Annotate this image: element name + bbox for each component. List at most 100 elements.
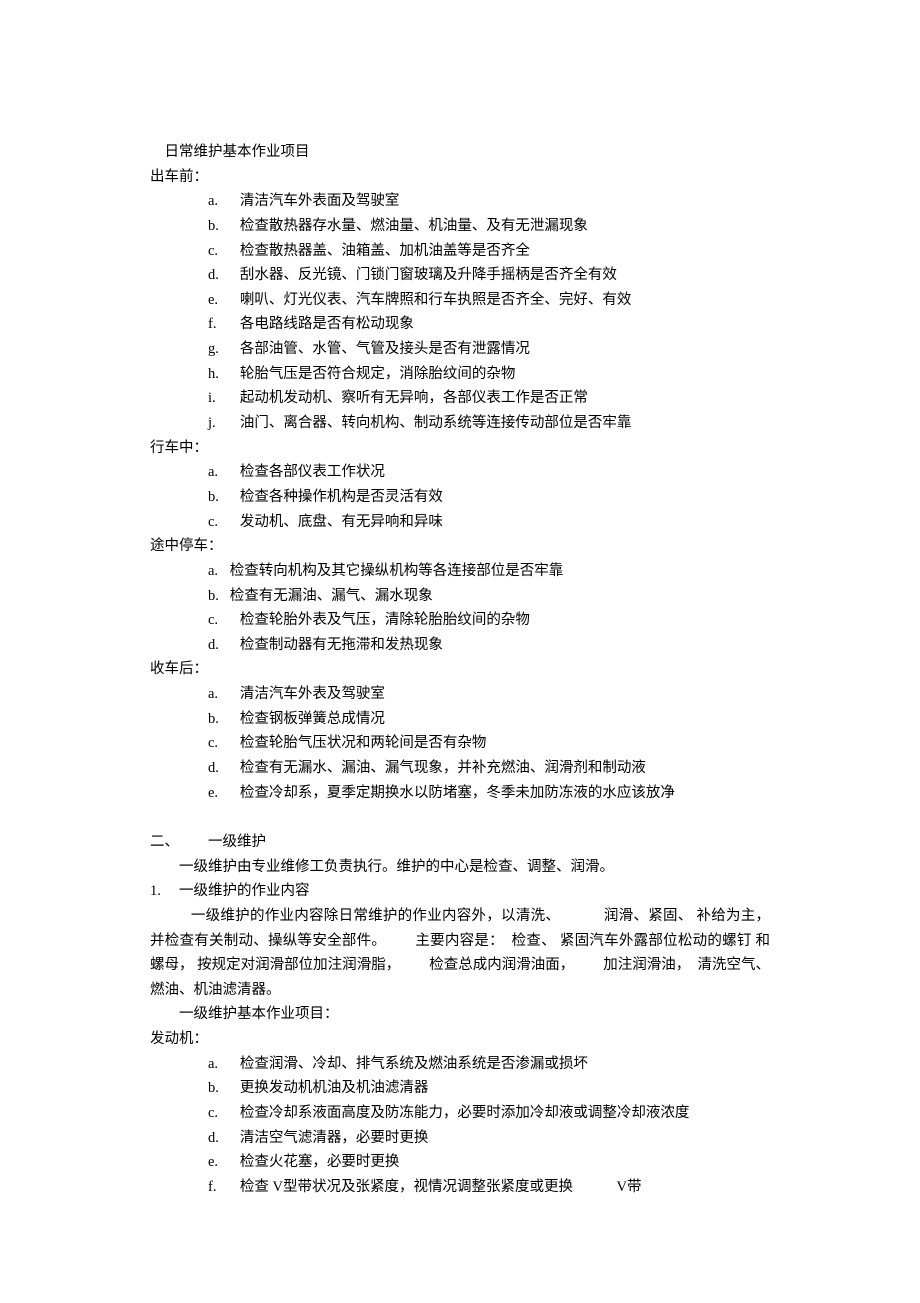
item-text: 喇叭、灯光仪表、汽车牌照和行车执照是否齐全、完好、有效 (240, 288, 632, 313)
list-item: d.检查有无漏水、漏油、漏气现象，并补充燃油、润滑剂和制动液 (208, 756, 770, 781)
section-level1-heading: 二、 一级维护 (150, 830, 770, 855)
text: 检查 (240, 1179, 273, 1195)
marker: f. (208, 1175, 240, 1200)
list-item: b.检查各种操作机构是否灵活有效 (208, 485, 770, 510)
item-text: 起动机发动机、察听有无异响，各部仪表工作是否正常 (240, 386, 588, 411)
list-item: a.检查各部仪表工作状况 (208, 460, 770, 485)
list-item: d.刮水器、反光镜、门锁门窗玻璃及升降手摇柄是否齐全有效 (208, 263, 770, 288)
marker: d. (208, 756, 240, 781)
list-item: d.检查制动器有无拖滞和发热现象 (208, 633, 770, 658)
item-text: 检查轮胎外表及气压，清除轮胎胎纹间的杂物 (240, 608, 530, 633)
sub-title: 一级维护的作业内容 (179, 883, 310, 899)
item-text: 刮水器、反光镜、门锁门窗玻璃及升降手摇柄是否齐全有效 (240, 263, 617, 288)
section-heading-stop: 途中停车： (150, 534, 770, 559)
marker: c. (208, 1101, 240, 1126)
item-text: 清洁汽车外表面及驾驶室 (240, 189, 400, 214)
item-text: 检查润滑、冷却、排气系统及燃油系统是否渗漏或损坏 (240, 1052, 588, 1077)
marker: e. (208, 1150, 240, 1175)
item-text: 清洁汽车外表及驾驶室 (240, 682, 385, 707)
body-text: 加注润滑油， (603, 957, 690, 973)
text: 带 (627, 1179, 642, 1195)
list-item: e.检查火花塞，必要时更换 (208, 1150, 770, 1175)
item-text: 检查有无漏水、漏油、漏气现象，并补充燃油、润滑剂和制动液 (240, 756, 646, 781)
list-item: e.检查冷却系，夏季定期换水以防堵塞，冬季未加防冻液的水应该放净 (208, 781, 770, 806)
body-text: 检查总成内润滑油面， (429, 957, 574, 973)
sub-number: 1. (150, 879, 179, 904)
body-text: 补给为主， (696, 908, 770, 924)
body-text: 并检查有关制动、操纵等安全部件。 (150, 933, 386, 949)
item-text: 清洁空气滤清器，必要时更换 (240, 1126, 429, 1151)
item-text: 检查火花塞，必要时更换 (240, 1150, 400, 1175)
item-text: 检查散热器盖、油箱盖、加机油盖等是否齐全 (240, 239, 530, 264)
list-item: e.喇叭、灯光仪表、汽车牌照和行车执照是否齐全、完好、有效 (208, 288, 770, 313)
section-number: 二、 (150, 830, 208, 855)
marker: j. (208, 411, 240, 436)
list-item: h.轮胎气压是否符合规定，消除胎纹间的杂物 (208, 362, 770, 387)
marker: e. (208, 781, 240, 806)
section-title: 一级维护 (208, 830, 266, 855)
marker: d. (208, 1126, 240, 1151)
marker: c. (208, 731, 240, 756)
level1-list-heading: 一级维护基本作业项目： (150, 1002, 770, 1027)
item-text: 轮胎气压是否符合规定，消除胎纹间的杂物 (240, 362, 516, 387)
spacer (150, 805, 770, 830)
list-item: f.各电路线路是否有松动现象 (208, 312, 770, 337)
item-text: 各电路线路是否有松动现象 (240, 312, 414, 337)
item-text: 检查有无漏油、漏气、漏水现象 (230, 584, 433, 609)
list-item: a.清洁汽车外表及驾驶室 (208, 682, 770, 707)
marker: a. (208, 1052, 240, 1077)
list-item: c.检查冷却系液面高度及防冻能力，必要时添加冷却液或调整冷却液浓度 (208, 1101, 770, 1126)
item-text: 检查各部仪表工作状况 (240, 460, 385, 485)
marker: b. (208, 485, 240, 510)
item-text: 发动机、底盘、有无异响和异味 (240, 510, 443, 535)
text: V (273, 1179, 283, 1195)
text: 型带状况及张紧度，视情况调整张紧度或更换 (283, 1179, 573, 1195)
item-text: 更换发动机机油及机油滤清器 (240, 1076, 429, 1101)
item-text: 检查冷却系，夏季定期换水以防堵塞，冬季未加防冻液的水应该放净 (240, 781, 675, 806)
marker: c. (208, 239, 240, 264)
marker: e. (208, 288, 240, 313)
item-text: 检查制动器有无拖滞和发热现象 (240, 633, 443, 658)
item-text: 检查转向机构及其它操纵机构等各连接部位是否牢靠 (230, 559, 564, 584)
section-heading-driving: 行车中： (150, 436, 770, 461)
item-text: 检查各种操作机构是否灵活有效 (240, 485, 443, 510)
list-item: b.检查钢板弹簧总成情况 (208, 707, 770, 732)
item-text: 检查钢板弹簧总成情况 (240, 707, 385, 732)
marker: b. (208, 1076, 240, 1101)
list-item: c.检查散热器盖、油箱盖、加机油盖等是否齐全 (208, 239, 770, 264)
document-page: 日常维护基本作业项目 出车前： a.清洁汽车外表面及驾驶室 b.检查散热器存水量… (0, 0, 920, 1303)
marker: a. (208, 559, 230, 584)
page-title: 日常维护基本作业项目 (150, 140, 770, 165)
marker: a. (208, 189, 240, 214)
marker: h. (208, 362, 240, 387)
marker: d. (208, 263, 240, 288)
marker: b. (208, 214, 240, 239)
list-item: a.清洁汽车外表面及驾驶室 (208, 189, 770, 214)
marker: b. (208, 707, 240, 732)
item-text: 检查轮胎气压状况和两轮间是否有杂物 (240, 731, 487, 756)
list-item: d.清洁空气滤清器，必要时更换 (208, 1126, 770, 1151)
level1-intro: 一级维护由专业维修工负责执行。维护的中心是检查、调整、润滑。 (150, 855, 770, 880)
list-item: a.检查转向机构及其它操纵机构等各连接部位是否牢靠 (208, 559, 770, 584)
level1-sub-heading: 1.一级维护的作业内容 (150, 879, 770, 904)
marker: a. (208, 460, 240, 485)
list-item: b.检查有无漏油、漏气、漏水现象 (208, 584, 770, 609)
list-item: i.起动机发动机、察听有无异响，各部仪表工作是否正常 (208, 386, 770, 411)
item-text: 各部油管、水管、气管及接头是否有泄露情况 (240, 337, 530, 362)
marker: f. (208, 312, 240, 337)
list-item: j.油门、离合器、转向机构、制动系统等连接传动部位是否牢靠 (208, 411, 770, 436)
section-heading-before: 出车前： (150, 165, 770, 190)
list-item: c.检查轮胎外表及气压，清除轮胎胎纹间的杂物 (208, 608, 770, 633)
list-item: c.检查轮胎气压状况和两轮间是否有杂物 (208, 731, 770, 756)
section-heading-after: 收车后： (150, 657, 770, 682)
body-text: 一级维护的作业内容除日常维护的作业内容外，以清洗、 (191, 908, 561, 924)
item-text: 检查 V型带状况及张紧度，视情况调整张紧度或更换V带 (240, 1175, 642, 1200)
body-text: 清洗空气、 (698, 957, 771, 973)
body-text: 按规定对润滑部位加注润滑脂， (197, 957, 400, 973)
marker: g. (208, 337, 240, 362)
marker: d. (208, 633, 240, 658)
body-text: 检查、 (512, 933, 556, 949)
item-text: 油门、离合器、转向机构、制动系统等连接传动部位是否牢靠 (240, 411, 632, 436)
list-item: b.更换发动机机油及机油滤清器 (208, 1076, 770, 1101)
level1-body: 一级维护的作业内容除日常维护的作业内容外，以清洗、润滑、紧固、 补给为主， 并检… (150, 904, 770, 1003)
